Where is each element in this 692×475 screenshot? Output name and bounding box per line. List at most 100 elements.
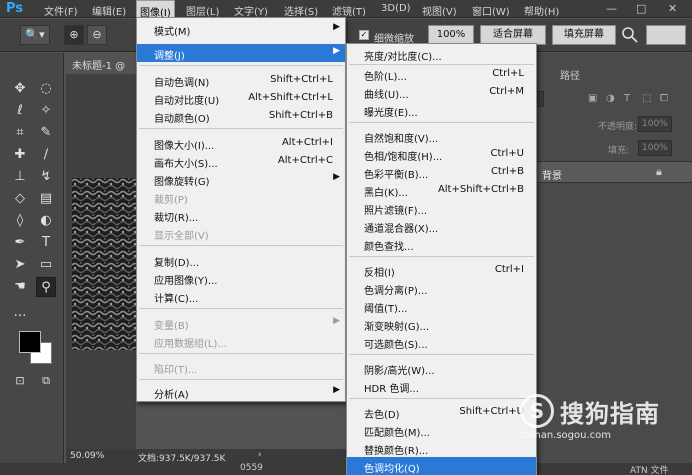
menu-item-auto-contrast[interactable]: 自动对比度(U) Alt+Shift+Ctrl+L: [137, 89, 345, 107]
menu-item-hue-saturation[interactable]: 色相/饱和度(H)... Ctrl+U: [347, 145, 536, 163]
adjustment-filter-icon[interactable]: ◑: [606, 93, 615, 104]
image-filter-icon[interactable]: ▣: [588, 93, 597, 104]
menu-item-posterize[interactable]: 色调分离(P)...: [347, 279, 536, 297]
clone-stamp-tool-icon[interactable]: ⊥: [10, 167, 30, 187]
zoom-level[interactable]: 50.09%: [70, 451, 104, 461]
fit-screen-button[interactable]: 适合屏幕: [480, 25, 546, 45]
menu-item-hdr-toning[interactable]: HDR 色调...: [347, 377, 536, 395]
menu-item-vibrance[interactable]: 自然饱和度(V)...: [347, 127, 536, 145]
menu-item-calculations[interactable]: 计算(C)...: [137, 287, 345, 305]
menu-item-auto-tone[interactable]: 自动色调(N) Shift+Ctrl+L: [137, 71, 345, 89]
menu-item-duplicate[interactable]: 复制(D)...: [137, 251, 345, 269]
close-icon[interactable]: ✕: [668, 2, 677, 15]
menu-item-color-balance[interactable]: 色彩平衡(B)... Ctrl+B: [347, 163, 536, 181]
watermark-url: zhinan.sogou.com: [520, 430, 612, 441]
menu-item-apply-image[interactable]: 应用图像(Y)...: [137, 269, 345, 287]
menu-item-auto-color[interactable]: 自动颜色(O) Shift+Ctrl+B: [137, 107, 345, 125]
smart-object-filter-icon[interactable]: ⧠: [660, 93, 668, 104]
menu-file[interactable]: 文件(F): [44, 3, 78, 18]
status-menu-arrow[interactable]: ›: [258, 450, 262, 460]
menu-item-shadows-highlights[interactable]: 阴影/高光(W)...: [347, 359, 536, 377]
menu-filter[interactable]: 滤镜(T): [332, 3, 366, 18]
document-tab[interactable]: 未标题-1 @: [66, 53, 136, 74]
menu-item-black-white[interactable]: 黑白(K)... Alt+Shift+Ctrl+B: [347, 181, 536, 199]
crop-tool-icon[interactable]: ⌗: [10, 123, 30, 143]
screen-mode-icon[interactable]: ⧉: [36, 371, 56, 391]
menu-item-color-lookup[interactable]: 颜色查找...: [347, 235, 536, 253]
foreground-color-swatch[interactable]: [19, 331, 41, 353]
type-tool-icon[interactable]: T: [36, 233, 56, 253]
menu-item-replace-color[interactable]: 替换颜色(R)...: [347, 439, 536, 457]
zoom-100-button[interactable]: 100%: [428, 25, 474, 45]
lasso-tool-icon[interactable]: ℓ: [10, 101, 30, 121]
zoom-out-icon[interactable]: ⊖: [87, 25, 107, 45]
zoom-in-icon[interactable]: ⊕: [64, 25, 84, 45]
menu-item-canvas-size[interactable]: 画布大小(S)... Alt+Ctrl+C: [137, 152, 345, 170]
eraser-tool-icon[interactable]: ◇: [10, 189, 30, 209]
menu-item-channel-mixer[interactable]: 通道混合器(X)...: [347, 217, 536, 235]
menu-item-equalize[interactable]: 色调均化(Q): [347, 457, 536, 475]
search-icon[interactable]: [620, 25, 640, 45]
opacity-input[interactable]: 100%: [638, 116, 672, 132]
menu-item-image-size[interactable]: 图像大小(I)... Alt+Ctrl+I: [137, 134, 345, 152]
menu-item-curves[interactable]: 曲线(U)... Ctrl+M: [347, 83, 536, 101]
zoom-tool-preset-icon[interactable]: 🔍▾: [20, 25, 50, 45]
blur-tool-icon[interactable]: ◊: [10, 211, 30, 231]
menu-layer[interactable]: 图层(L): [186, 3, 219, 18]
edit-toolbar-icon[interactable]: …: [10, 303, 30, 323]
menu-window[interactable]: 窗口(W): [472, 3, 510, 18]
menu-item-invert[interactable]: 反相(I) Ctrl+I: [347, 261, 536, 279]
magic-wand-tool-icon[interactable]: ✧: [36, 101, 56, 121]
menu-item-photo-filter[interactable]: 照片滤镜(F)...: [347, 199, 536, 217]
minimize-icon[interactable]: —: [606, 2, 617, 15]
path-selection-tool-icon[interactable]: ➤: [10, 255, 30, 275]
marquee-tool-icon[interactable]: ◌: [36, 79, 56, 99]
menu-item-exposure[interactable]: 曝光度(E)...: [347, 101, 536, 119]
menu-view[interactable]: 视图(V): [422, 3, 457, 18]
layer-row-background[interactable]: 背景 🔒︎: [520, 161, 692, 183]
menu-item-desaturate[interactable]: 去色(D) Shift+Ctrl+U: [347, 403, 536, 421]
gradient-tool-icon[interactable]: ▤: [36, 189, 56, 209]
menu-type[interactable]: 文字(Y): [234, 3, 268, 18]
brush-tool-icon[interactable]: ∕: [36, 145, 56, 165]
menu-item-analysis[interactable]: 分析(A) ▶: [137, 383, 345, 401]
fill-input[interactable]: 100%: [638, 140, 672, 156]
menu-3d[interactable]: 3D(D): [381, 3, 411, 14]
document-image[interactable]: [72, 178, 136, 350]
menu-image[interactable]: 图像(I): [136, 0, 175, 19]
menu-edit[interactable]: 编辑(E): [92, 3, 126, 18]
menu-item-brightness-contrast[interactable]: 亮度/对比度(C)...: [347, 45, 536, 63]
quick-mask-icon[interactable]: ⊡: [10, 371, 30, 391]
image-menu: 模式(M) ▶ 调整(J) ▶ 自动色调(N) Shift+Ctrl+L 自动对比度(…: [136, 17, 346, 402]
rectangle-tool-icon[interactable]: ▭: [36, 255, 56, 275]
bottom-text-right: ATN 文件: [630, 466, 669, 475]
move-tool-icon[interactable]: ✥: [10, 79, 30, 99]
menu-item-mode[interactable]: 模式(M) ▶: [137, 20, 345, 38]
fill-screen-button[interactable]: 填充屏幕: [552, 25, 616, 45]
healing-brush-tool-icon[interactable]: ✚: [10, 145, 30, 165]
fill-label: 填充:: [608, 146, 630, 156]
scrubby-zoom-checkbox[interactable]: ✓: [359, 30, 369, 40]
menu-item-selective-color[interactable]: 可选颜色(S)...: [347, 333, 536, 351]
menu-select[interactable]: 选择(S): [284, 3, 318, 18]
shape-filter-icon[interactable]: ⬚: [642, 93, 651, 104]
menu-item-match-color[interactable]: 匹配颜色(M)...: [347, 421, 536, 439]
maximize-icon[interactable]: □: [636, 2, 646, 15]
hand-tool-icon[interactable]: ☚: [10, 277, 30, 297]
menu-item-image-rotation[interactable]: 图像旋转(G) ▶: [137, 170, 345, 188]
pen-tool-icon[interactable]: ✒: [10, 233, 30, 253]
menu-item-levels[interactable]: 色阶(L)... Ctrl+L: [347, 65, 536, 83]
zoom-tool-icon[interactable]: ⚲: [36, 277, 56, 297]
workspace-switcher[interactable]: [646, 25, 686, 45]
menu-item-gradient-map[interactable]: 渐变映射(G)...: [347, 315, 536, 333]
sogou-logo-icon: S: [520, 394, 554, 428]
menu-help[interactable]: 帮助(H): [524, 3, 559, 18]
dodge-tool-icon[interactable]: ◐: [36, 211, 56, 231]
menu-item-adjustments[interactable]: 调整(J) ▶: [137, 44, 345, 62]
menu-item-trim[interactable]: 裁切(R)...: [137, 206, 345, 224]
type-filter-icon[interactable]: T: [624, 93, 630, 104]
history-brush-tool-icon[interactable]: ↯: [36, 167, 56, 187]
tab-paths[interactable]: 路径: [560, 67, 580, 82]
eyedropper-tool-icon[interactable]: ✎: [36, 123, 56, 143]
menu-item-threshold[interactable]: 阈值(T)...: [347, 297, 536, 315]
